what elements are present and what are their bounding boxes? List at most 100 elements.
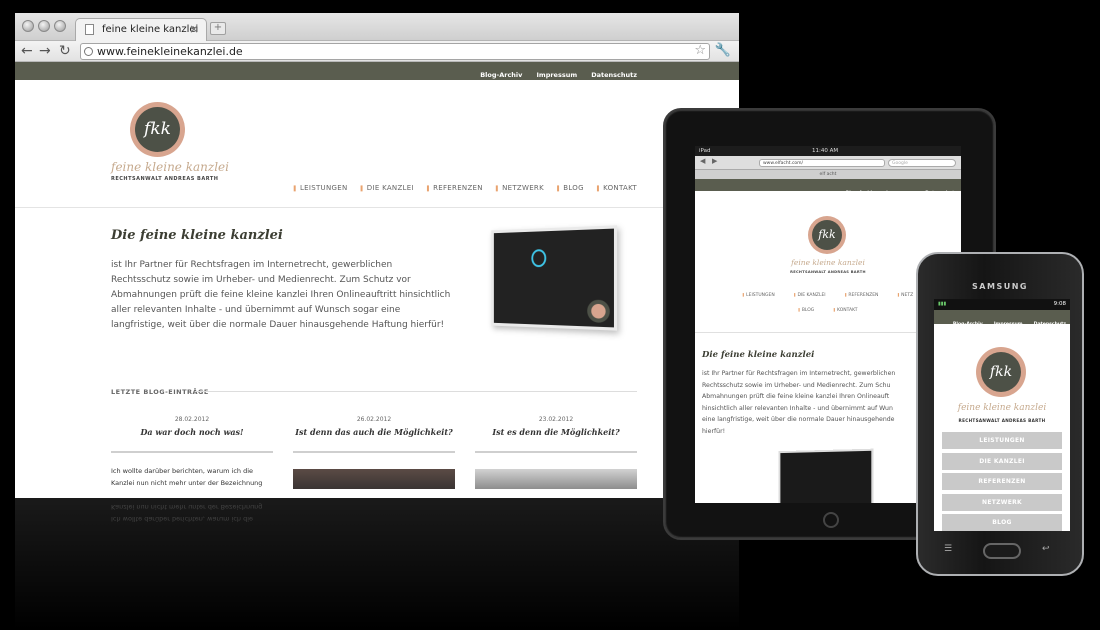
wrench-icon[interactable]: 🔧 [715, 43, 731, 58]
post-image[interactable] [293, 469, 455, 489]
site-logo[interactable]: fkk [808, 216, 846, 254]
divider [475, 451, 637, 453]
address-bar[interactable]: www.feinekleinekanzlei.de ☆ [80, 43, 710, 60]
nav-die-kanzlei[interactable]: DIE KANZLEI [794, 293, 825, 298]
nav-blog[interactable]: BLOG [557, 184, 584, 192]
top-nav-impressum[interactable]: Impressum [886, 191, 914, 196]
phone-device: SAMSUNG ▮▮▮ 9:08 Blog-Archiv Impressum D… [916, 252, 1084, 576]
top-nav-datenschutz[interactable]: Datenschutz [1034, 322, 1066, 327]
nav-leistungen[interactable]: LEISTUNGEN [743, 293, 775, 298]
brand-subtitle: RECHTSANWALT ANDREAS BARTH [958, 418, 1046, 423]
menu-key-icon[interactable]: ☰ [944, 544, 952, 554]
reflected-excerpt: Ich wollte darüber berichten, warum ich … [111, 503, 263, 523]
post-title[interactable]: Ist es denn die Möglichkeit? [475, 427, 637, 437]
post-title[interactable]: Da war doch noch was! [111, 427, 273, 437]
tablet-clock: 11:40 AM [812, 148, 839, 154]
tablet-tab[interactable]: elf acht [695, 170, 961, 179]
forward-arrow-icon[interactable]: → [39, 43, 51, 59]
maximize-window-button[interactable] [54, 20, 66, 32]
site-top-nav: Blog-Archiv Impressum Datenschutz [15, 62, 739, 80]
site-logo[interactable]: fkk [976, 347, 1026, 397]
url-text: www.feinekleinekanzlei.de [97, 45, 243, 58]
nav-referenzen[interactable]: REFERENZEN [427, 184, 483, 192]
new-tab-button[interactable]: + [210, 22, 226, 35]
phone-status-bar: ▮▮▮ 9:08 [934, 299, 1070, 310]
home-button[interactable] [823, 512, 839, 528]
menu-button-die-kanzlei[interactable]: DIE KANZLEI [942, 452, 1062, 470]
signal-icon: ▮▮▮ [938, 301, 947, 307]
browser-reflection: Ich wollte darüber berichten, warum ich … [15, 498, 739, 630]
back-arrow-icon[interactable]: ← [21, 43, 33, 59]
nav-netzwerk[interactable]: NETZ [898, 293, 913, 298]
preview-logo-graphic [531, 249, 547, 268]
top-nav-datenschutz[interactable]: Datenschutz [925, 191, 957, 196]
phone-screen: ▮▮▮ 9:08 Blog-Archiv Impressum Datenschu… [934, 299, 1070, 531]
main-nav: LEISTUNGEN DIE KANZLEI REFERENZEN NETZWE… [286, 175, 637, 194]
blog-post-card[interactable]: 23.02.2012 Ist es denn die Möglichkeit? [475, 416, 637, 489]
page-title: Die feine kleine kanzlei [111, 228, 283, 243]
nav-netzwerk[interactable]: NETZWERK [496, 184, 544, 192]
post-title[interactable]: Ist denn das auch die Möglichkeit? [293, 427, 455, 437]
nav-referenzen[interactable]: REFERENZEN [845, 293, 878, 298]
tablet-search-field[interactable]: Google [888, 159, 956, 167]
logo-monogram: fkk [981, 352, 1021, 392]
bookmark-star-icon[interactable]: ☆ [694, 43, 706, 58]
divider [111, 451, 273, 453]
tablet-status-bar: iPad 11:40 AM [695, 146, 961, 156]
menu-button-netzwerk[interactable]: NETZWERK [942, 493, 1062, 511]
home-button[interactable] [983, 543, 1021, 559]
back-arrow-icon[interactable]: ◀ [700, 157, 705, 165]
blog-post-card[interactable]: 26.02.2012 Ist denn das auch die Möglich… [293, 416, 455, 489]
preview-badge [587, 299, 610, 324]
browser-tab[interactable]: feine kleine kanzlei × [75, 18, 207, 41]
nav-kontakt[interactable]: KONTAKT [834, 308, 858, 313]
globe-icon [84, 47, 93, 56]
close-window-button[interactable] [22, 20, 34, 32]
phone-maker-logo: SAMSUNG [972, 282, 1028, 291]
post-date: 26.02.2012 [356, 416, 392, 423]
website-preview-image [491, 225, 618, 331]
nav-die-kanzlei[interactable]: DIE KANZLEI [361, 184, 414, 192]
post-date: 28.02.2012 [174, 416, 210, 423]
top-nav-blog-archiv[interactable]: Blog-Archiv [846, 191, 875, 196]
minimize-window-button[interactable] [38, 20, 50, 32]
reload-icon[interactable]: ↻ [59, 43, 71, 59]
top-nav-impressum[interactable]: Impressum [994, 322, 1023, 327]
nav-blog[interactable]: BLOG [799, 308, 815, 313]
phone-hardware-keys: ☰ ↩ [918, 542, 1082, 564]
desktop-browser-window: feine kleine kanzlei × + ← → ↻ www.feine… [15, 13, 739, 498]
tablet-carrier: iPad [699, 148, 711, 154]
blog-post-card[interactable]: 28.02.2012 Da war doch noch was! Ich wol… [111, 416, 273, 489]
brand-subtitle: RECHTSANWALT ANDREAS BARTH [111, 176, 219, 182]
menu-button-blog[interactable]: BLOG [942, 514, 1062, 531]
divider [195, 391, 637, 392]
top-nav-blog-archiv[interactable]: Blog-Archiv [953, 322, 983, 327]
tablet-address-bar[interactable]: www.elfacht.com/ [759, 159, 885, 167]
menu-button-leistungen[interactable]: LEISTUNGEN [942, 432, 1062, 449]
post-date: 23.02.2012 [538, 416, 574, 423]
back-key-icon[interactable]: ↩ [1042, 544, 1050, 554]
blog-section-label: LETZTE BLOG-EINTRÄGE [111, 388, 209, 396]
phone-site-top-nav: Blog-Archiv Impressum Datenschutz [934, 310, 1070, 327]
logo-monogram: fkk [812, 220, 842, 250]
page-title: Die feine kleine kanzlei [702, 350, 815, 360]
site-logo[interactable]: fkk [130, 102, 185, 157]
post-image[interactable] [475, 469, 637, 489]
tab-title: feine kleine kanzlei [102, 24, 199, 35]
divider [293, 451, 455, 453]
intro-text: ist Ihr Partner für Rechtsfragen im Inte… [111, 260, 451, 330]
site-header: fkk feine kleine kanzlei RECHTSANWALT AN… [15, 80, 739, 208]
tablet-browser-toolbar: ◀ ▶ www.elfacht.com/ Google [695, 156, 961, 170]
forward-arrow-icon[interactable]: ▶ [712, 157, 717, 165]
tab-close-icon[interactable]: × [189, 22, 199, 36]
brand-name: feine kleine kanzlei [957, 403, 1047, 413]
menu-button-referenzen[interactable]: REFERENZEN [942, 473, 1062, 490]
website-preview-image [778, 448, 874, 503]
phone-menu: LEISTUNGEN DIE KANZLEI REFERENZEN NETZWE… [942, 432, 1062, 531]
page-icon [85, 24, 94, 35]
phone-clock: 9:08 [1053, 301, 1066, 307]
browser-toolbar: ← → ↻ www.feinekleinekanzlei.de ☆ 🔧 [15, 41, 739, 62]
nav-kontakt[interactable]: KONTAKT [597, 184, 637, 192]
post-excerpt: Ich wollte darüber berichten, warum ich … [111, 467, 263, 487]
nav-leistungen[interactable]: LEISTUNGEN [294, 184, 348, 192]
